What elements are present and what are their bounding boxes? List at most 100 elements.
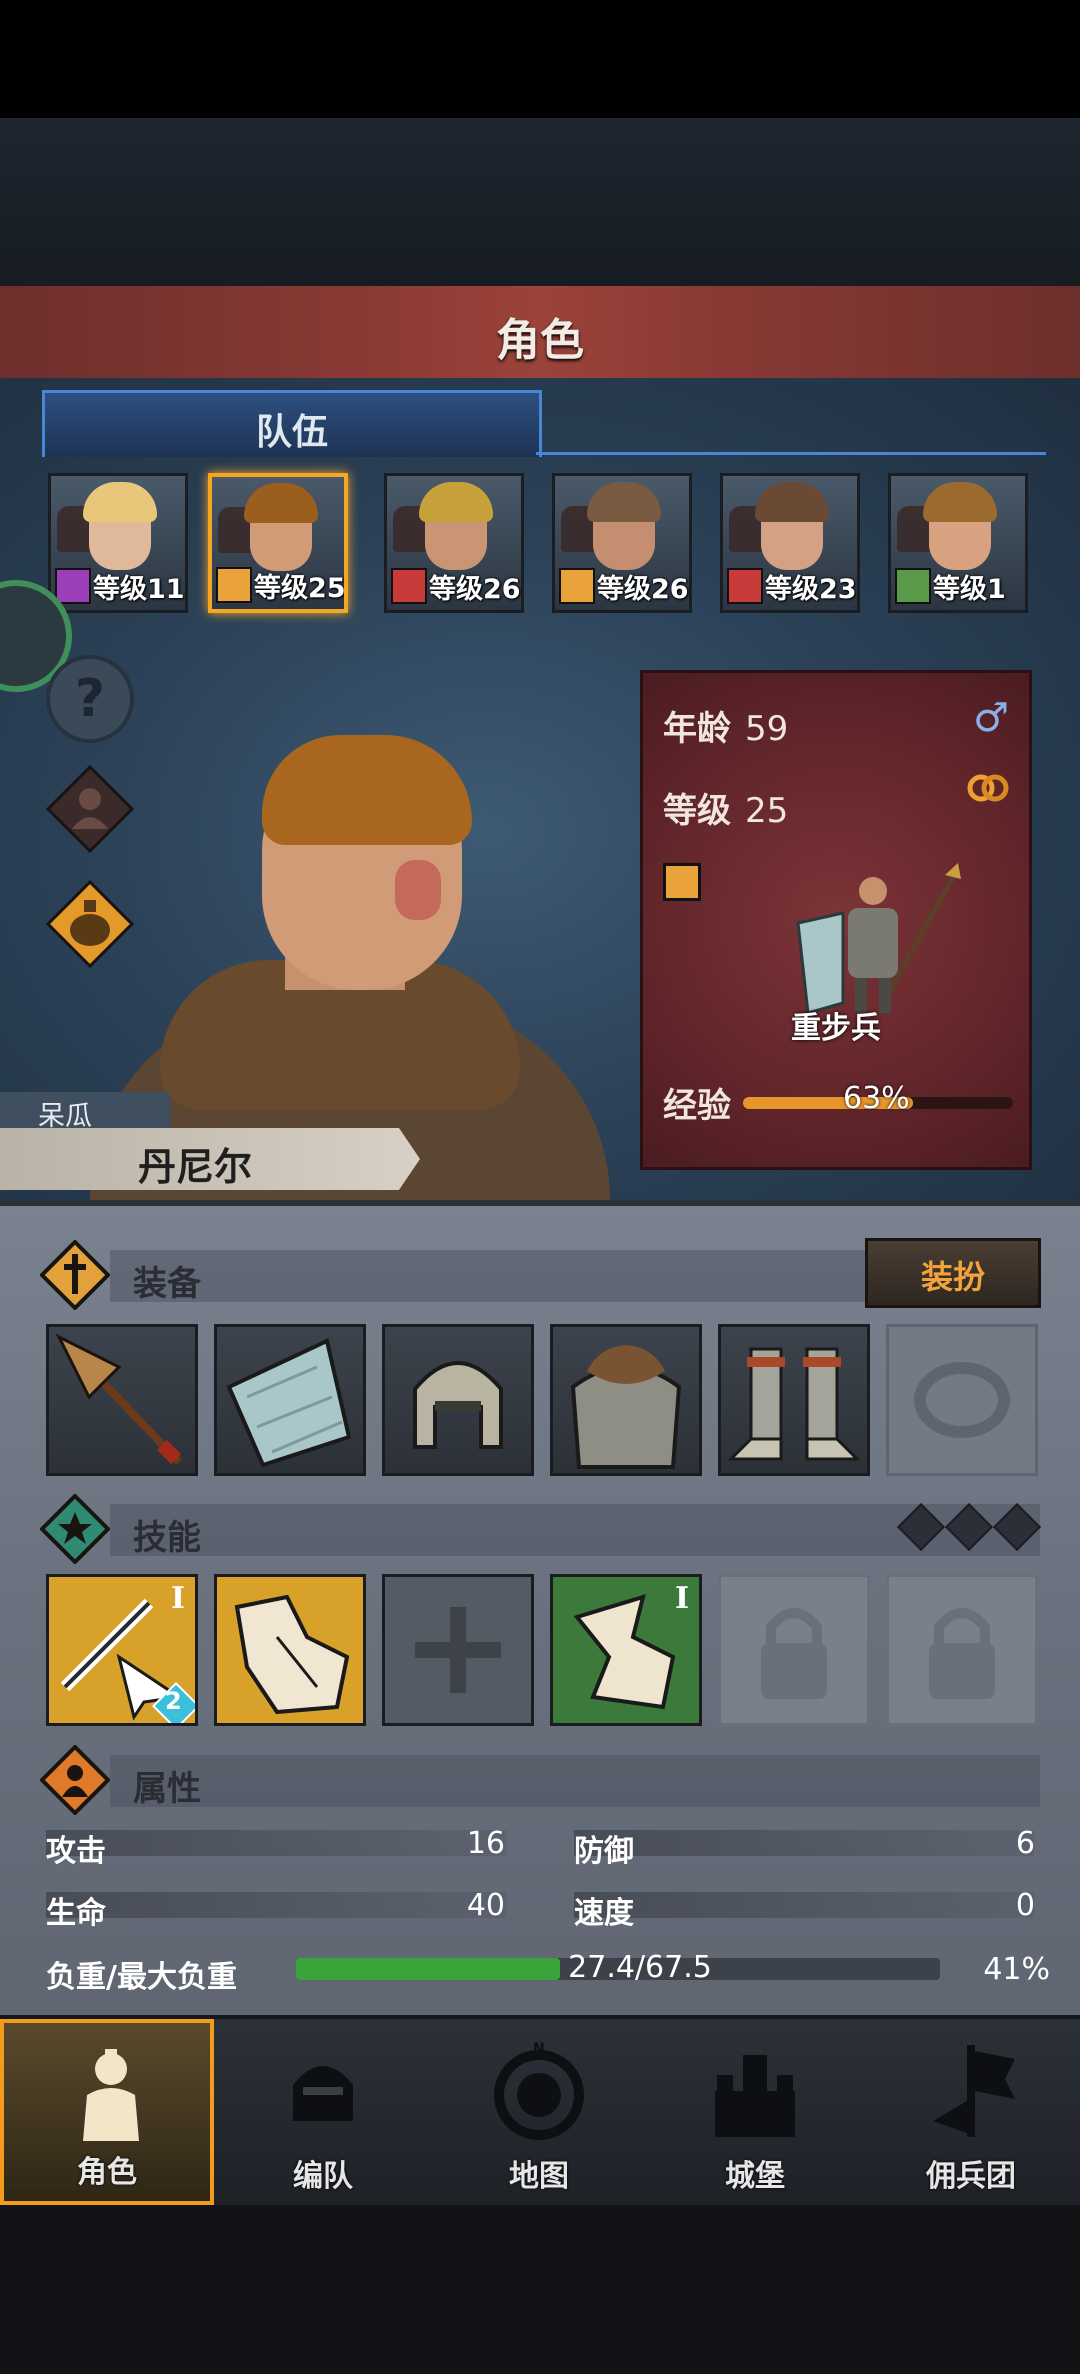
level-label: 等级 [663,791,731,831]
equipment-title: 装备 [133,1264,201,1304]
member-level: 等级11 [93,574,185,605]
speed-value: 0 [1015,1888,1035,1923]
equip-slot-armor[interactable] [550,1324,702,1476]
skill-slot-2[interactable] [214,1574,366,1726]
portrait-hair [83,482,157,522]
level-value: 25 [745,791,789,831]
xp-percent: 63% [843,1081,910,1116]
potion-icon [45,879,135,969]
class-shield-icon [663,863,701,901]
nav-mercenaries[interactable]: 佣兵团 [864,2019,1078,2205]
gauntlet-icon [234,1594,350,1715]
age-label: 年龄 [663,709,731,749]
tab-underline [536,452,1046,455]
shield-icon [226,1338,352,1468]
age-row: 年龄 59 [663,701,788,750]
skill-slot-5[interactable] [718,1574,870,1726]
portrait-hair [244,483,318,523]
portrait-hair [755,482,829,522]
hero-nose [395,860,441,920]
skill-badge: 2 [165,1687,182,1715]
class-staff-icon [55,568,91,604]
class-crossbow-icon [895,568,931,604]
nav-castle-label: 城堡 [725,2159,785,2194]
status-bar-area [0,0,1080,118]
tab-team[interactable]: 队伍 [42,390,542,457]
character-info-button[interactable] [45,764,135,854]
lock-icon [929,1608,995,1699]
nav-map[interactable]: N 地图 [432,2019,646,2205]
skill-slot-4[interactable]: I [550,1574,702,1726]
equip-slot-shield[interactable] [214,1324,366,1476]
team-member-6[interactable]: 等级1 [888,473,1028,613]
nav-castle[interactable]: 城堡 [648,2019,862,2205]
star-icon [40,1494,110,1564]
page-title: 角色 [496,315,584,366]
banner-icon [933,2045,1015,2137]
nav-character-label: 角色 [77,2155,137,2190]
knight-icon [83,2049,139,2141]
system-nav-area [0,2205,1080,2374]
equip-slot-weapon[interactable] [46,1324,198,1476]
defense-label: 防御 [574,1834,634,1869]
attributes-header-bar [110,1755,1040,1807]
unit-figure-icon [796,863,961,1015]
load-percent: 41% [983,1952,1050,1987]
castle-icon [715,2055,795,2137]
attributes-title: 属性 [133,1769,201,1809]
help-button[interactable]: ? [46,655,134,743]
compass-map-icon: N [494,2041,584,2140]
lock-icon [761,1608,827,1699]
member-level: 等级1 [933,574,1006,605]
dagger-icon [40,1240,110,1310]
hp-value: 40 [466,1888,505,1923]
load-label: 负重/最大负重 [46,1960,237,1995]
team-member-4[interactable]: 等级26 [552,473,692,613]
team-member-5[interactable]: 等级23 [720,473,860,613]
cross-icon [415,1607,501,1693]
class-horse-icon [727,568,763,604]
flame-icon [40,1745,110,1815]
wedding-rings-icon [967,774,1009,802]
attack-value: 16 [466,1826,505,1861]
load-value: 27.4/67.5 [568,1950,712,1985]
portrait-hair [419,482,493,522]
defense-value: 6 [1015,1826,1035,1861]
member-level: 等级26 [597,574,689,605]
member-level: 等级26 [429,574,521,605]
portrait-hair [923,482,997,522]
class-horse-icon [391,568,427,604]
equip-slot-ring[interactable] [886,1324,1038,1476]
attack-label: 攻击 [46,1834,106,1869]
skills-title: 技能 [133,1518,201,1558]
team-member-1[interactable]: 等级11 [48,473,188,613]
skill-slot-1[interactable]: I 2 [46,1574,198,1726]
svg-text:N: N [533,2041,545,2057]
nickname: 呆瓜 [38,1101,92,1132]
male-icon: ♂ [973,695,1009,741]
nav-formation[interactable]: 编队 [216,2019,430,2205]
title-bar: 角色 [0,286,1080,381]
dress-up-button[interactable]: 装扮 [865,1238,1041,1308]
name-plate[interactable]: 丹尼尔 [0,1128,420,1190]
hp-label: 生命 [46,1896,106,1931]
header-background [0,118,1080,288]
nav-character[interactable]: 角色 [0,2019,214,2205]
level-row: 等级 25 [663,783,788,832]
nav-map-label: 地图 [509,2159,569,2194]
equip-slot-helmet[interactable] [382,1324,534,1476]
chainmail-icon [570,1345,682,1469]
skill-slot-6[interactable] [886,1574,1038,1726]
portrait-hair [587,482,661,522]
class-shield-icon [216,567,252,603]
skill-slot-3[interactable] [382,1574,534,1726]
helmet-icon [293,2066,353,2121]
team-member-2[interactable]: 等级25 [208,473,348,613]
equip-slot-boots[interactable] [718,1324,870,1476]
class-shield-icon [559,568,595,604]
hooded-figure-icon [45,764,135,854]
nickname-plate: 呆瓜 [0,1092,170,1132]
team-member-3[interactable]: 等级26 [384,473,524,613]
boots-icon [727,1347,861,1461]
potion-button[interactable] [45,879,135,969]
